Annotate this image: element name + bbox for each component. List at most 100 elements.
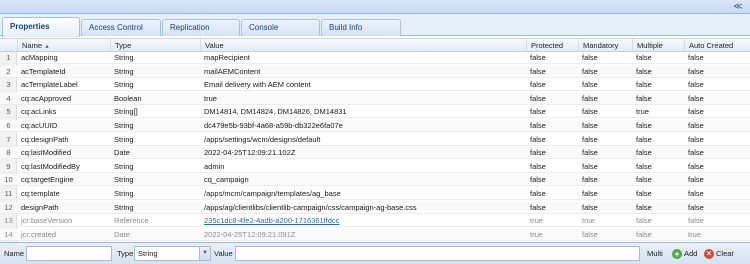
value-cell: Email delivery with AEM content [204,80,311,90]
table-row[interactable]: 2 acTemplateId String mailAEMContent false fa… [0,65,750,78]
tab-build-info[interactable]: Build Info [321,19,401,36]
protected-cell: false [530,134,546,144]
protected-cell: false [530,66,546,76]
protected-cell: false [530,148,546,158]
name-cell: jcr:baseVersion [21,216,73,226]
table-row[interactable]: 14 jcr:created Date 2022-04-25T12:09:21.091… [0,228,750,241]
value-cell[interactable]: 235c1dc8-4fe2-4adb-a200-1716361ffdcc [200,215,526,227]
type-cell: String [114,134,134,144]
multiple-cell: false [636,161,652,171]
auto-created-cell: false [688,148,704,158]
name-cell: cq:acUUID [21,121,58,130]
table-row[interactable]: 8 cq:lastModified Date 2022-04-25T12:09:21.… [0,147,750,160]
row-number-cell: 10 [4,175,13,185]
value-cell: admin [204,161,225,171]
name-cell: acTemplateLabel [21,80,78,90]
table-row[interactable]: 12 designPath String/apps/ag/clientlibs/cl… [0,201,750,214]
table-row[interactable]: 3 acTemplateLabel String Email delivery wit… [0,79,750,92]
name-cell: cq:designPath [21,134,69,144]
name-cell: cq:template [21,189,60,198]
protected-cell: false [530,161,546,171]
name-cell: acMapping [21,53,58,62]
tab-properties[interactable]: Properties [2,17,80,37]
header-row-number [0,39,17,52]
header-mandatory[interactable]: Mandatory [578,39,632,52]
table-row[interactable]: 10 cq:targetEngine String cq_campaign false f… [0,174,750,187]
tab-access-control[interactable]: Access Control [81,19,161,36]
chevron-down-icon[interactable]: ▼ [199,247,210,260]
tab-replication[interactable]: Replication [162,19,240,36]
row-number-cell: 9 [6,161,11,171]
add-button-label: Add [684,249,698,258]
multiple-cell: false [636,121,652,130]
table-row[interactable]: 4 cq:acApproved Boolean true false false false… [0,92,750,105]
type-select[interactable]: String ▼ [134,246,211,261]
protected-cell: false [530,107,546,117]
value-cell: /apps/ag/clientlibs/clientlib-campaign/c… [204,202,417,212]
header-type[interactable]: Type [110,39,200,52]
header-name[interactable]: Name ▲ [17,39,110,52]
clear-button[interactable]: × Clear [704,247,734,261]
auto-created-cell: false [688,107,704,117]
table-row[interactable]: 9 cq:lastModifiedBy String admin false false f… [0,161,750,173]
row-number-cell: 1 [6,53,11,62]
protected-cell: false [530,202,546,212]
value-cell: DM14814, DM14824, DM14826, DM14831 [204,107,347,117]
auto-created-cell: false [688,93,704,103]
row-number-cell: 14 [4,229,13,239]
multiple-cell: false [636,229,652,239]
auto-created-cell: false [688,175,704,185]
protected-cell: true [530,216,543,226]
auto-created-cell: false [688,80,704,90]
add-button[interactable]: + Add [672,247,697,261]
value-input[interactable] [235,246,640,261]
auto-created-cell: false [688,66,704,76]
add-property-bar: Name Type String ▼ Value Multi + Add × Cle… [0,242,750,264]
protected-cell: false [530,175,546,185]
mandatory-cell: false [582,80,598,90]
type-cell: Date [114,148,130,158]
name-cell: cq:targetEngine [21,175,74,185]
mandatory-cell: false [582,53,598,62]
multi-checkbox-label[interactable]: Multi [647,249,663,258]
name-input[interactable] [26,246,112,261]
row-number-cell: 4 [6,93,11,103]
type-cell: String [114,189,134,198]
header-value[interactable]: Value [200,39,526,52]
type-cell: String [114,175,134,185]
value-cell: dc479e5b-93bf-4a68-a59b-db322e6fa07e [204,121,343,130]
header-auto-created[interactable]: Auto Created [684,39,750,52]
multiple-cell: false [636,175,652,185]
name-cell: cq:acLinks [21,107,57,117]
type-cell: Date [114,229,130,239]
protected-cell: true [530,229,543,239]
tab-console[interactable]: Console [241,19,320,36]
name-cell: jcr:created [21,229,57,239]
value-cell: /apps/mcm/campaign/templates/ag_base [204,189,341,198]
row-number-cell: 11 [4,189,13,198]
type-cell: String [114,121,134,130]
sort-ascending-icon: ▲ [44,44,50,50]
table-row[interactable]: 13 jcr:baseVersion Reference 235c1dc8-4fe2-… [0,215,750,228]
type-select-value: String [138,249,158,258]
multiple-cell: false [636,134,652,144]
double-chevron-down-icon[interactable]: ≪ [733,1,743,12]
table-row[interactable]: 11 cq:template String/apps/mcm/campaign/te… [0,188,750,200]
mandatory-cell: false [582,229,598,239]
panel-collapse-bar[interactable]: ≪ [0,0,750,14]
mandatory-cell: false [582,121,598,130]
mandatory-cell: true [582,216,595,226]
mandatory-cell: false [582,93,598,103]
table-row[interactable]: 5 cq:acLinks String[] DM14814, DM14824, DM1… [0,106,750,119]
value-cell: mailAEMContent [204,66,261,76]
name-cell: cq:acApproved [21,93,72,103]
table-row[interactable]: 7 cq:designPath String/apps/settings/wcm/d… [0,134,750,146]
name-cell: acTemplateId [21,66,66,76]
row-number-cell: 8 [6,148,11,158]
table-row[interactable]: 1 acMapping String mapRecipient false false fa… [0,52,750,64]
type-cell: String [114,80,134,90]
auto-created-cell: true [688,229,701,239]
header-multiple[interactable]: Multiple [632,39,684,52]
table-row[interactable]: 6 cq:acUUID String dc479e5b-93bf-4a68-a59b-… [0,120,750,132]
header-protected[interactable]: Protected [526,39,578,52]
